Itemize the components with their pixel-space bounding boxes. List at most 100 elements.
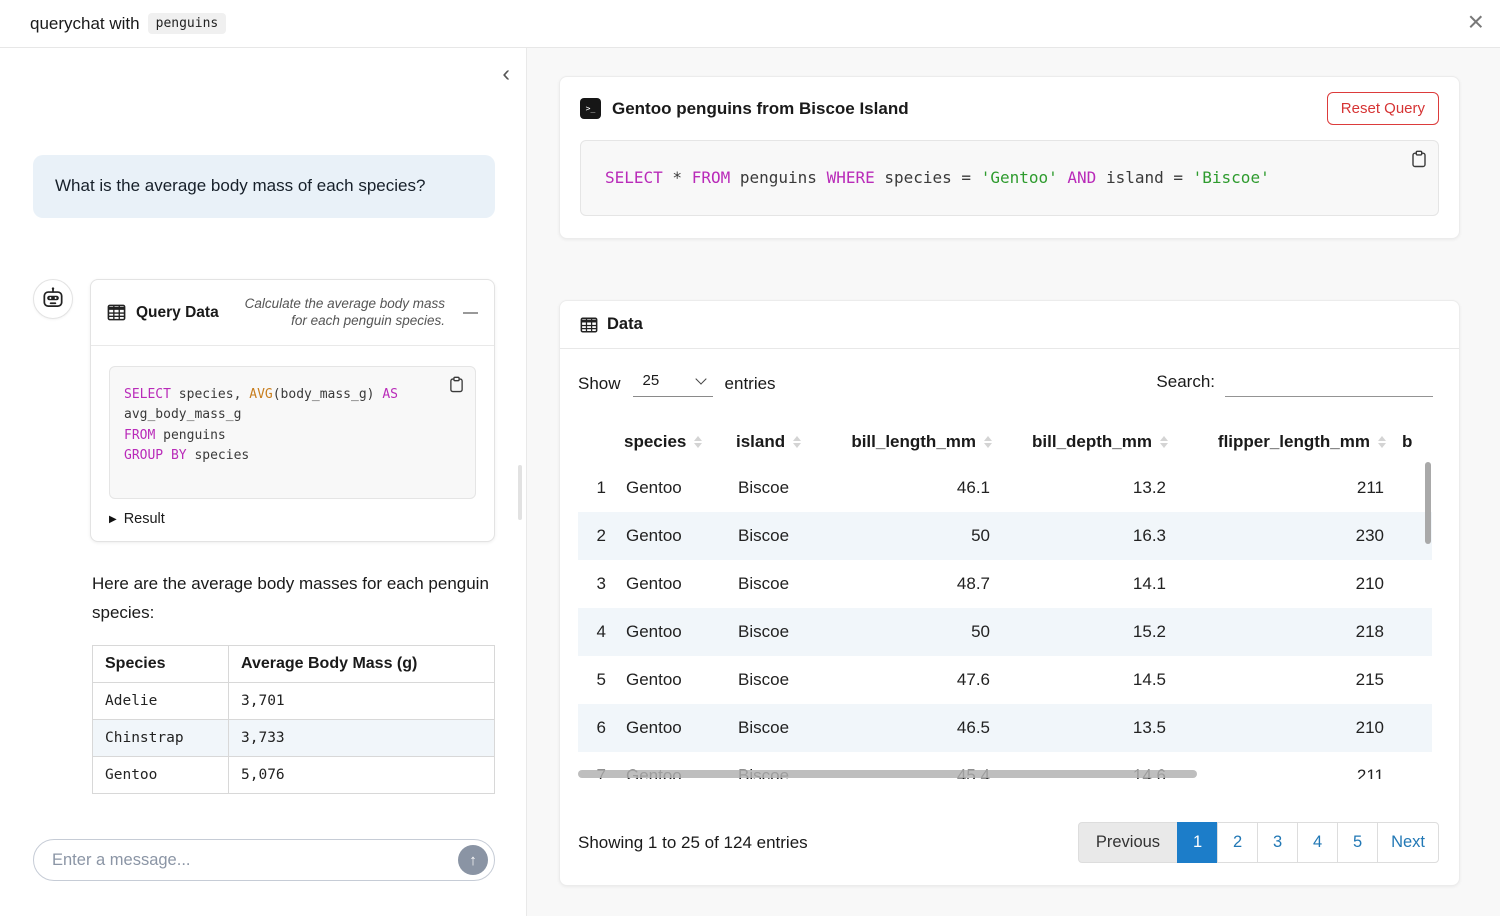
user-message-bubble: What is the average body mass of each sp…	[33, 155, 495, 218]
table-cell: 210	[1176, 704, 1394, 752]
collapse-sidebar-icon[interactable]: ‹	[502, 60, 510, 87]
column-header-island[interactable]: island	[728, 419, 820, 464]
page-size-select[interactable]: 25	[633, 370, 713, 397]
table-cell: 50	[820, 512, 1000, 560]
query-card-header: >_ Gentoo penguins from Biscoe Island Re…	[560, 77, 1459, 140]
table-cell	[1394, 608, 1432, 656]
tool-card-title: Query Data	[136, 304, 219, 322]
query-data-tool-card: Query Data Calculate the average body ma…	[90, 279, 495, 542]
table-cell: Biscoe	[728, 512, 820, 560]
sql-token: WHERE	[827, 168, 875, 187]
show-label: Show	[578, 374, 621, 394]
arrow-up-icon: ↑	[469, 852, 477, 869]
sort-icon	[1160, 436, 1168, 448]
table-cell: Biscoe	[728, 704, 820, 752]
table-cell: 16.3	[1000, 512, 1176, 560]
sql-token: 'Gentoo'	[981, 168, 1058, 187]
tool-card-subtitle: Calculate the average body mass for each…	[240, 296, 445, 328]
result-cell: 3,733	[229, 720, 495, 757]
table-controls: Show 25 entries Search:	[560, 349, 1459, 397]
bot-answer-text: Here are the average body masses for eac…	[92, 570, 496, 627]
page-button-5[interactable]: 5	[1337, 822, 1378, 863]
table-cell	[1394, 752, 1432, 779]
column-header-species[interactable]: species	[616, 419, 728, 464]
table-cell	[1394, 656, 1432, 704]
result-column-header: Average Body Mass (g)	[229, 646, 495, 683]
collapse-tool-icon[interactable]: —	[463, 304, 478, 321]
sort-icon	[1378, 436, 1386, 448]
table-row: 4GentooBiscoe5015.2218	[578, 608, 1432, 656]
table-cell: Gentoo	[616, 560, 728, 608]
titlebar: querychat with penguins ×	[0, 0, 1500, 48]
row-index: 1	[578, 464, 616, 512]
horizontal-scrollbar[interactable]	[578, 770, 1197, 778]
page-button-next[interactable]: Next	[1377, 822, 1439, 863]
table-cell: Biscoe	[728, 608, 820, 656]
table-row: 5GentooBiscoe47.614.5215	[578, 656, 1432, 704]
sql-token	[1058, 168, 1068, 187]
robot-icon	[40, 286, 66, 312]
column-header-bill_depth_mm[interactable]: bill_depth_mm	[1000, 419, 1176, 464]
row-index: 4	[578, 608, 616, 656]
entries-info: Showing 1 to 25 of 124 entries	[578, 833, 808, 853]
result-table-row: Gentoo5,076	[93, 757, 495, 794]
table-row: 1GentooBiscoe46.113.2211	[578, 464, 1432, 512]
app-title: querychat with	[30, 14, 140, 34]
terminal-icon: >_	[580, 98, 601, 119]
sql-token: AND	[1067, 168, 1096, 187]
chat-sql-code-block: SELECT species, AVG(body_mass_g) AS avg_b…	[109, 366, 476, 499]
entries-label: entries	[725, 374, 776, 394]
page-button-1[interactable]: 1	[1177, 822, 1218, 863]
sql-token: avg_body_mass_g	[124, 407, 241, 422]
chevron-down-icon	[695, 373, 706, 384]
search-input[interactable]	[1225, 371, 1433, 397]
sql-token: (body_mass_g)	[273, 387, 383, 402]
column-header-b: b	[1394, 419, 1432, 464]
result-toggle[interactable]: ▶ Result	[109, 511, 476, 527]
close-icon[interactable]: ×	[1468, 4, 1484, 40]
panel-resize-handle[interactable]	[518, 465, 522, 520]
search-label: Search:	[1156, 372, 1215, 392]
copy-icon[interactable]	[1411, 150, 1427, 168]
column-header-index	[578, 419, 616, 464]
table-cell: 50	[820, 608, 1000, 656]
page-button-3[interactable]: 3	[1257, 822, 1298, 863]
sql-token: *	[663, 168, 692, 187]
result-summary-table: SpeciesAverage Body Mass (g) Adelie3,701…	[92, 645, 495, 794]
page-button-4[interactable]: 4	[1297, 822, 1338, 863]
table-cell: 14.5	[1000, 656, 1176, 704]
column-header-bill_length_mm[interactable]: bill_length_mm	[820, 419, 1000, 464]
table-footer: Showing 1 to 25 of 124 entries Previous1…	[578, 822, 1439, 863]
table-cell: 230	[1176, 512, 1394, 560]
table-cell: Biscoe	[728, 464, 820, 512]
vertical-scrollbar[interactable]	[1425, 462, 1431, 544]
sort-icon	[793, 436, 801, 448]
bot-avatar	[33, 279, 73, 319]
table-cell: 210	[1176, 560, 1394, 608]
column-header-flipper_length_mm[interactable]: flipper_length_mm	[1176, 419, 1394, 464]
column-label: island	[736, 432, 785, 451]
page-button-2[interactable]: 2	[1217, 822, 1258, 863]
message-input[interactable]	[52, 851, 458, 870]
result-cell: Adelie	[93, 683, 229, 720]
copy-icon[interactable]	[449, 376, 464, 393]
data-card-header: Data	[560, 301, 1459, 349]
table-cell: 211	[1176, 752, 1394, 779]
result-table-row: Adelie3,701	[93, 683, 495, 720]
data-card-title: Data	[607, 315, 643, 334]
sort-icon	[984, 436, 992, 448]
column-label: bill_depth_mm	[1032, 432, 1152, 451]
table-cell: Gentoo	[616, 656, 728, 704]
tool-card-body: SELECT species, AVG(body_mass_g) AS avg_b…	[91, 346, 494, 541]
query-title: Gentoo penguins from Biscoe Island	[612, 99, 909, 119]
page-button-previous[interactable]: Previous	[1078, 822, 1178, 863]
row-index: 5	[578, 656, 616, 704]
chat-panel: ‹ What is the average body mass of each …	[0, 48, 527, 916]
data-table: species island bill_length_mm bill_depth_mm…	[578, 419, 1432, 779]
main-sql-code-block: SELECT * FROM penguins WHERE species = '…	[580, 140, 1439, 216]
send-button[interactable]: ↑	[458, 845, 488, 875]
sql-line: SELECT species, AVG(body_mass_g) AS	[124, 385, 461, 405]
sql-token: penguins	[730, 168, 826, 187]
table-icon	[107, 303, 126, 322]
reset-query-button[interactable]: Reset Query	[1327, 92, 1439, 125]
